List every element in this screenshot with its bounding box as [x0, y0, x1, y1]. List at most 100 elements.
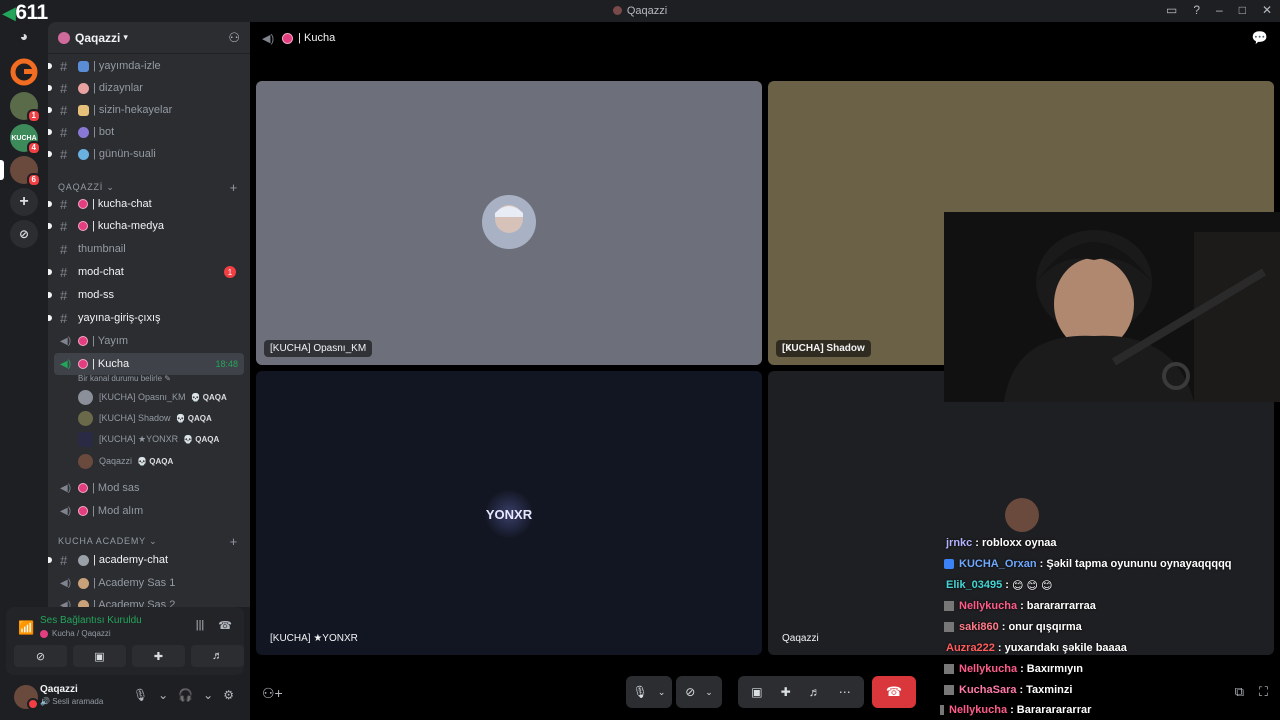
channel-yayimda-izle[interactable]: # | yayımda-izle	[48, 56, 244, 76]
channel-dizaynlar[interactable]: # | dizaynlar	[48, 78, 244, 98]
avatar	[78, 453, 93, 469]
channel-gunun-suali[interactable]: # | günün-suali	[48, 144, 244, 164]
leave-call-button[interactable]: ☎	[872, 676, 916, 708]
avatar[interactable]	[14, 685, 39, 710]
invite-icon[interactable]: ⚇	[228, 30, 240, 46]
chat-message: Nellykucha: Baxırmıyın	[944, 660, 1083, 678]
minimize-button[interactable]: –	[1216, 3, 1223, 17]
chat-bubble-icon[interactable]: 💬	[1252, 30, 1268, 46]
channel-yayina-giris-cixis[interactable]: # yayına-giriş-çıxış	[48, 308, 244, 328]
server-icon-kucha[interactable]: KUCHA 4	[10, 124, 41, 155]
server-name: Qaqazzi	[75, 30, 121, 45]
soundboard-button[interactable]: ♬	[191, 645, 244, 667]
voice-channel-mod-alim[interactable]: ◀) | Mod alım	[54, 501, 244, 521]
disconnect-icon[interactable]: ☎	[218, 619, 232, 632]
help-icon[interactable]: ?	[1193, 3, 1200, 17]
avatar: YONXR	[484, 489, 534, 539]
category-kucha-academy[interactable]: KUCHA ACADEMY ⌄ +	[58, 534, 244, 549]
hash-icon: #	[60, 287, 68, 303]
channel-kucha-chat[interactable]: # | kucha-chat	[48, 194, 244, 214]
camera-button[interactable]: ⊘ ⌄	[676, 676, 722, 708]
popout-icon[interactable]: ⧉	[1235, 684, 1244, 700]
window-title-text: Qaqazzi	[626, 5, 668, 17]
active-server-pill	[0, 160, 4, 180]
voice-user[interactable]: Qaqazzi 💀 QAQA	[78, 452, 173, 470]
activities-icon[interactable]: ✚	[781, 685, 791, 699]
gear-icon[interactable]: ⚙	[223, 688, 234, 702]
channel-title: | Kucha	[298, 32, 336, 44]
noise-suppression-icon[interactable]: |||	[196, 619, 205, 632]
voice-location[interactable]: Kucha / Qaqazzi	[40, 629, 111, 638]
invite-to-voice-icon[interactable]: ⚇+	[262, 685, 283, 702]
voice-channel-kucha[interactable]: ◀) | Kucha 18:48	[54, 353, 244, 375]
server-header[interactable]: Qaqazzi ▾ ⚇	[48, 22, 250, 54]
channel-status-hint[interactable]: Bir kanal durumu belirle ✎	[78, 374, 171, 383]
participant-tile[interactable]: [KUCHA] Opasnı_KM	[256, 81, 762, 365]
hash-icon: #	[60, 102, 68, 118]
inbox-icon[interactable]: ▭	[1166, 3, 1177, 17]
microphone-button[interactable]: 🎙 ⌄	[626, 676, 672, 708]
server-icon-qaqazzi[interactable]: 6	[10, 156, 41, 187]
signal-icon[interactable]: 📶	[18, 620, 34, 636]
maximize-button[interactable]: □	[1239, 3, 1246, 17]
discover-icon[interactable]: ⊘	[10, 220, 38, 248]
chat-text: yuxarıdakı şəkile baaaa	[1004, 642, 1127, 654]
category-label: QAQAZZİ	[58, 182, 104, 192]
add-server-icon[interactable]: +	[10, 188, 38, 216]
chat-message: KUCHA_Orxan: Şəkil tapma oyununu oynayaqq…	[944, 555, 1232, 573]
username[interactable]: Qaqazzi	[40, 684, 78, 695]
camera-off-button[interactable]: ⊘	[14, 645, 67, 667]
chevron-down-icon: ▾	[123, 32, 128, 42]
palette-emoji-icon	[78, 82, 89, 94]
voice-channel-mod-sas[interactable]: ◀) | Mod sas	[54, 478, 244, 498]
add-channel-icon[interactable]: +	[230, 534, 238, 549]
chat-user: Auzra222	[946, 642, 995, 654]
pink-dot-icon	[78, 221, 88, 231]
voice-status[interactable]: Ses Bağlantısı Kuruldu	[40, 615, 142, 626]
channel-label: | Academy Sas 2	[93, 599, 176, 607]
channel-thumbnail[interactable]: # thumbnail	[54, 239, 244, 259]
voice-user[interactable]: [KUCHA] Shadow 💀 QAQA	[78, 409, 212, 427]
chevron-down-icon[interactable]: ⌄	[658, 687, 666, 698]
channel-kucha-medya[interactable]: # | kucha-medya	[48, 216, 244, 236]
category-label: KUCHA ACADEMY	[58, 536, 146, 546]
voice-channel-academy-sas-2[interactable]: ◀) | Academy Sas 2	[54, 595, 244, 607]
channel-academy-chat[interactable]: # | academy-chat	[48, 550, 244, 570]
chevron-down-icon[interactable]: ⌄	[158, 688, 168, 702]
close-button[interactable]: ✕	[1262, 3, 1272, 17]
headphones-icon[interactable]: 🎧	[178, 688, 193, 702]
microphone-icon[interactable]: 🎙	[133, 688, 148, 702]
voice-channel-yayim[interactable]: ◀) | Yayım	[54, 331, 244, 351]
chevron-down-icon[interactable]: ⌄	[203, 688, 213, 702]
voice-user[interactable]: [KUCHA] ★YONXR 💀 QAQA	[78, 430, 219, 448]
add-channel-icon[interactable]: +	[230, 180, 238, 195]
speaker-icon: ◀)	[60, 577, 72, 589]
hash-icon: #	[60, 264, 68, 280]
channel-bot[interactable]: # | bot	[48, 122, 244, 142]
speaker-icon: ◀)	[262, 32, 275, 45]
participant-tile[interactable]: YONXR [KUCHA] ★YONXR	[256, 371, 762, 655]
more-icon[interactable]: ⋯	[839, 685, 851, 699]
participant-name: [KUCHA] ★YONXR	[270, 633, 358, 644]
pink-dot-icon	[282, 32, 294, 44]
participant-name: [KUCHA] Opasnı_KM	[264, 340, 373, 357]
voice-user[interactable]: [KUCHA] Opasnı_KM 💀 QAQA	[78, 388, 227, 406]
category-qaqazzi[interactable]: QAQAZZİ ⌄ +	[58, 180, 244, 195]
camera-off-icon: ⊘	[685, 685, 696, 699]
server-icon-2[interactable]: 1	[10, 92, 41, 123]
status-text: Bir kanal durumu belirle	[78, 374, 163, 383]
channel-mod-chat[interactable]: # mod-chat 1	[48, 262, 244, 282]
activities-button[interactable]: ✚	[132, 645, 185, 667]
window-controls: ▭ ? – □ ✕	[1166, 3, 1272, 17]
role-tag: 💀 QAQA	[175, 413, 212, 423]
screen-share-icon[interactable]: ▣	[751, 685, 762, 699]
channel-mod-ss[interactable]: # mod-ss	[48, 285, 244, 305]
chevron-down-icon[interactable]: ⌄	[705, 687, 713, 698]
channel-sizin-hekayelar[interactable]: # | sizin-hekayelar	[48, 100, 244, 120]
screen-share-button[interactable]: ▣	[73, 645, 126, 667]
discord-home-icon[interactable]: ◕	[10, 22, 38, 50]
soundboard-icon[interactable]: ♬	[809, 685, 821, 699]
server-icon-g[interactable]	[10, 58, 38, 86]
voice-channel-academy-sas-1[interactable]: ◀) | Academy Sas 1	[54, 573, 244, 593]
fullscreen-icon[interactable]: ⛶	[1259, 684, 1268, 700]
